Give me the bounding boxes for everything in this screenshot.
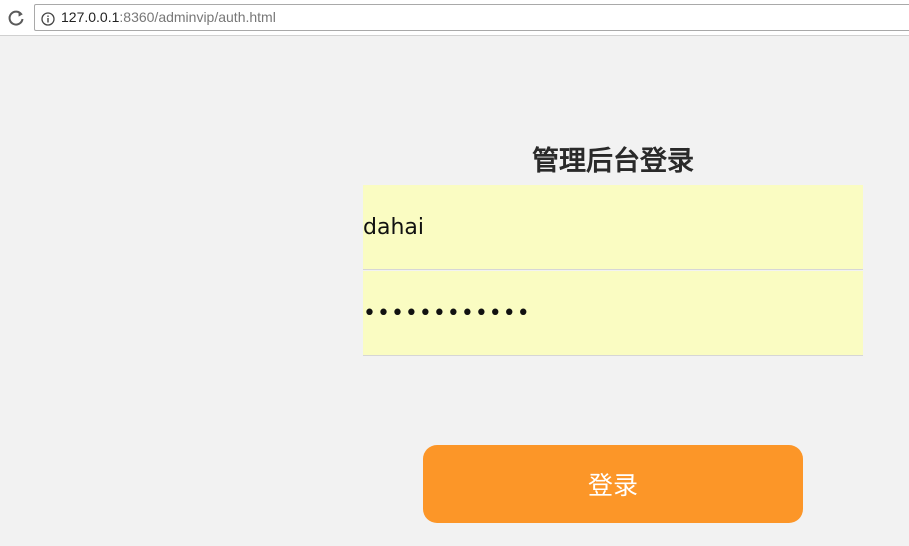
page-title: 管理后台登录 <box>532 146 694 177</box>
username-field[interactable] <box>363 185 863 270</box>
url-host: 127.0.0.1 <box>61 9 120 25</box>
info-icon[interactable] <box>41 11 55 26</box>
url-text[interactable]: 127.0.0.1:8360/adminvip/auth.html <box>61 9 276 26</box>
login-button[interactable]: 登录 <box>423 445 803 523</box>
address-bar[interactable]: 127.0.0.1:8360/adminvip/auth.html <box>34 4 909 31</box>
browser-toolbar: 127.0.0.1:8360/adminvip/auth.html <box>0 0 909 36</box>
password-field[interactable] <box>363 271 863 356</box>
url-path: :8360/adminvip/auth.html <box>119 9 276 25</box>
reload-icon[interactable] <box>6 8 26 28</box>
